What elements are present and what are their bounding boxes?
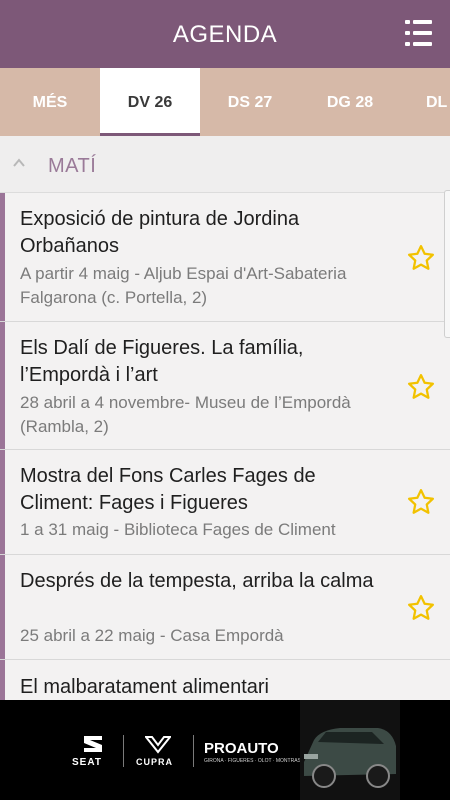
star-icon[interactable]	[406, 487, 436, 517]
event-title: El malbaratament alimentari	[20, 676, 269, 698]
event-title: Després de la tempesta, arriba la calma	[20, 570, 374, 592]
ad-banner[interactable]: SEAT CUPRA PROAUTO GIRONA · FIGUERES · O…	[0, 700, 450, 800]
event-stripe	[0, 450, 5, 554]
event-item[interactable]: Els Dalí de Figueres. La família, l’Empo…	[0, 322, 450, 450]
event-subtitle: 25 abril a 22 maig - Casa Empordà	[20, 626, 284, 645]
menu-list-icon[interactable]	[405, 20, 432, 46]
app-bar: AGENDA	[0, 0, 450, 68]
event-title: Els Dalí de Figueres. La família, l’Empo…	[20, 337, 304, 386]
seat-wordmark: SEAT	[72, 757, 102, 768]
event-stripe	[0, 193, 5, 321]
seat-logo-icon	[84, 736, 102, 752]
cupra-wordmark: CUPRA	[136, 757, 174, 767]
page-title: AGENDA	[172, 21, 278, 48]
event-subtitle: 1 a 31 maig - Biblioteca Fages de Climen…	[20, 520, 336, 539]
event-stripe	[0, 555, 5, 659]
event-item[interactable]: Després de la tempesta, arriba la calma …	[0, 555, 450, 660]
event-stripe	[0, 322, 5, 449]
section-label: MATÍ	[48, 155, 97, 177]
tab-mes[interactable]: MÉS	[0, 68, 100, 136]
scrollbar[interactable]	[444, 190, 450, 338]
event-title: Mostra del Fons Carles Fages de Climent:…	[20, 465, 316, 514]
event-item[interactable]: Exposició de pintura de Jordina Orbañano…	[0, 193, 450, 322]
tab-dl[interactable]: DL	[400, 68, 450, 136]
event-item[interactable]: Mostra del Fons Carles Fages de Climent:…	[0, 450, 450, 555]
tab-dv-26[interactable]: DV 26	[100, 68, 200, 136]
event-stripe	[0, 660, 5, 700]
car-image	[300, 700, 400, 800]
chevron-up-icon	[13, 158, 25, 167]
star-icon[interactable]	[406, 243, 436, 273]
divider	[123, 735, 124, 767]
section-header-mati[interactable]: MATÍ	[0, 136, 450, 193]
day-tabs: MÉS DV 26 DS 27 DG 28 DL	[0, 68, 450, 136]
event-item[interactable]: El malbaratament alimentari	[0, 660, 450, 700]
star-icon[interactable]	[406, 372, 436, 402]
event-title: Exposició de pintura de Jordina Orbañano…	[20, 208, 300, 257]
proauto-wordmark: PROAUTO	[204, 740, 279, 757]
event-subtitle: A partir 4 maig - Aljub Espai d'Art-Saba…	[20, 264, 347, 307]
star-icon[interactable]	[406, 593, 436, 623]
tab-ds-27[interactable]: DS 27	[200, 68, 300, 136]
event-subtitle: 28 abril a 4 novembre- Museu de l’Empord…	[20, 393, 351, 436]
divider	[193, 735, 194, 767]
event-list: Exposició de pintura de Jordina Orbañano…	[0, 193, 450, 700]
tab-dg-28[interactable]: DG 28	[300, 68, 400, 136]
cupra-logo-icon	[145, 736, 171, 754]
